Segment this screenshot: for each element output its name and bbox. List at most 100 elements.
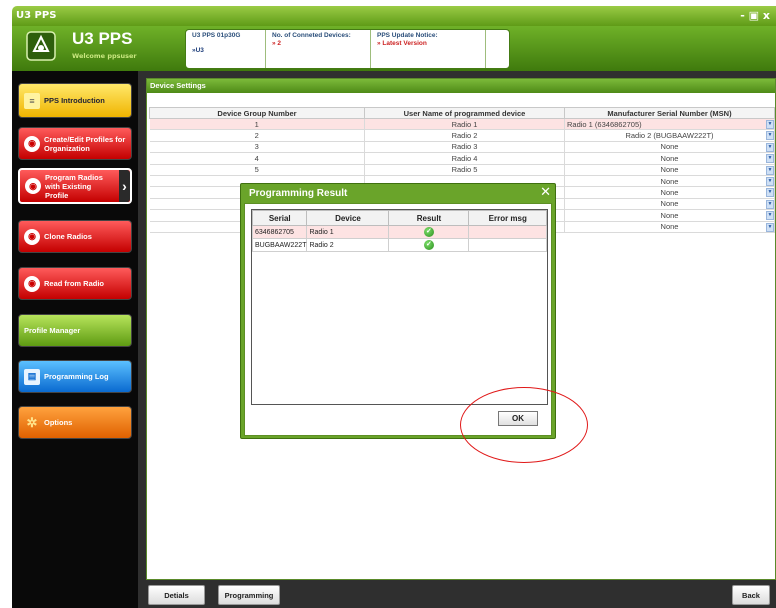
gear-icon: ✲ [26, 414, 38, 430]
back-button[interactable]: Back [732, 585, 770, 605]
chevron-down-icon[interactable]: ▼ [766, 131, 774, 141]
table-row[interactable]: 4 Radio 4 None ▼ [149, 152, 775, 165]
panel-title: Device Settings [147, 79, 775, 93]
table-row[interactable]: 1 Radio 1 Radio 1 (6346862705) ▼ [149, 118, 775, 131]
dialog-body: Serial Device Result Error msg 634686270… [244, 203, 552, 436]
column-header: Error msg [468, 210, 547, 226]
serial-cell: BUGBAAW222T [251, 238, 308, 252]
name-cell[interactable]: Radio 1 [364, 118, 565, 131]
msn-select[interactable]: None ▼ [564, 141, 775, 154]
sidebar-item-label: Options [44, 418, 73, 427]
sidebar-item-pps-introduction[interactable]: ≡ PPS Introduction [18, 83, 132, 118]
chevron-down-icon[interactable]: ▼ [766, 211, 774, 221]
msn-select[interactable]: Radio 1 (6346862705) ▼ [564, 118, 775, 131]
error-cell [468, 225, 547, 239]
name-cell[interactable]: Radio 5 [364, 164, 565, 176]
msn-value: None [660, 165, 679, 175]
sidebar-item-read-from-radio[interactable]: ◉ Read from Radio [18, 267, 132, 300]
document-icon: ≡ [24, 92, 40, 109]
result-list: Serial Device Result Error msg 634686270… [251, 209, 548, 405]
chevron-down-icon[interactable]: ▼ [766, 222, 774, 232]
error-cell [468, 238, 547, 252]
close-icon[interactable]: ✕ [540, 185, 551, 200]
table-row[interactable]: 5 Radio 5 None ▼ [149, 164, 775, 176]
msn-value: None [660, 176, 679, 186]
chevron-down-icon[interactable]: ▼ [766, 188, 774, 198]
app-name: U3 PPS [72, 29, 133, 48]
sidebar-item-label: PPS Introduction [44, 96, 105, 105]
sidebar-item-programming-log[interactable]: ▤ Programming Log [18, 360, 132, 393]
connected-devices-info: No. of Conneted Devices: » 2 [266, 30, 371, 68]
radio-icon: ◉ [24, 135, 40, 152]
device-cell: Radio 1 [306, 225, 390, 239]
success-check-icon: ✓ [423, 227, 434, 237]
chevron-down-icon[interactable]: ▼ [766, 199, 774, 209]
welcome-text: Welcome ppsuser [72, 52, 137, 60]
window-controls[interactable]: - ▣ x [740, 6, 770, 26]
sidebar-item-label: Program Radios with Existing Profile [45, 172, 103, 200]
version-value: »U3 [192, 47, 204, 54]
window-title: U3 PPS [16, 10, 57, 21]
msn-value: Radio 1 (6346862705) [567, 119, 642, 129]
chevron-down-icon[interactable]: ▼ [766, 142, 774, 152]
programming-button[interactable]: Programming [218, 585, 280, 605]
device-cell: Radio 2 [306, 238, 390, 252]
column-header: User Name of programmed device [364, 107, 565, 119]
name-cell[interactable]: Radio 4 [364, 152, 565, 165]
sidebar-item-label: Create/Edit Profiles for Organization [44, 134, 126, 153]
name-cell[interactable]: Radio 2 [364, 129, 565, 142]
sidebar-item-label: Read from Radio [44, 279, 105, 288]
table-header-row: Serial Device Result Error msg [251, 210, 547, 226]
msn-select[interactable]: None ▼ [564, 175, 775, 188]
msn-value: None [660, 222, 679, 232]
bottom-toolbar: Detials Programming Back [138, 580, 776, 608]
sidebar-item-clone-radios[interactable]: ◉ Clone Radios [18, 220, 132, 253]
result-cell: ✓ [388, 225, 470, 239]
sidebar-item-program-radios[interactable]: ◉ Program Radios with Existing Profile › [18, 168, 132, 204]
info-panel: U3 PPS 01p30G »U3 No. of Conneted Device… [185, 29, 510, 69]
connected-devices-value: » 2 [272, 40, 282, 47]
group-cell: 4 [149, 152, 365, 165]
table-row[interactable]: BUGBAAW222T Radio 2 ✓ [251, 238, 547, 252]
sidebar-item-options[interactable]: ✲ Options [18, 406, 132, 439]
success-check-icon: ✓ [423, 240, 434, 250]
name-cell[interactable]: Radio 3 [364, 141, 565, 154]
chevron-down-icon[interactable]: ▼ [766, 165, 774, 175]
msn-select[interactable]: Radio 2 (BUGBAAW222T) ▼ [564, 129, 775, 142]
table-row[interactable]: 3 Radio 3 None ▼ [149, 141, 775, 154]
msn-select[interactable]: None ▼ [564, 198, 775, 211]
sidebar-item-label: Programming Log [44, 372, 109, 381]
table-header-row: Device Group Number User Name of program… [149, 107, 775, 119]
msn-select[interactable]: None ▼ [564, 186, 775, 199]
app-logo-icon [26, 31, 56, 61]
msn-value: None [660, 199, 679, 209]
msn-select[interactable]: None ▼ [564, 221, 775, 233]
group-cell: 2 [149, 129, 365, 142]
group-cell: 5 [149, 164, 365, 176]
sidebar-item-label: Profile Manager [24, 326, 81, 335]
group-cell: 1 [149, 118, 365, 131]
details-button[interactable]: Detials [148, 585, 205, 605]
radio-icon: ◉ [25, 178, 41, 194]
column-header: Result [388, 210, 470, 226]
result-table: Serial Device Result Error msg 634686270… [251, 210, 547, 252]
column-header: Device Group Number [149, 107, 365, 119]
msn-value: None [660, 210, 679, 220]
chevron-down-icon[interactable]: ▼ [766, 120, 774, 129]
msn-select[interactable]: None ▼ [564, 209, 775, 222]
sidebar-item-create-edit-profiles[interactable]: ◉ Create/Edit Profiles for Organization [18, 127, 132, 160]
msn-select[interactable]: None ▼ [564, 164, 775, 176]
ok-button[interactable]: OK [498, 411, 538, 426]
chevron-down-icon[interactable]: ▼ [766, 176, 774, 186]
table-row[interactable]: 2 Radio 2 Radio 2 (BUGBAAW222T) ▼ [149, 129, 775, 142]
table-row[interactable]: 6346862705 Radio 1 ✓ [251, 225, 547, 239]
sidebar-item-profile-manager[interactable]: Profile Manager [18, 314, 132, 347]
app-header: U3 PPS Welcome ppsuser U3 PPS 01p30G »U3… [12, 26, 776, 71]
logo: U3 PPS Welcome ppsuser [18, 29, 158, 67]
sidebar-item-label: Clone Radios [44, 232, 92, 241]
msn-select[interactable]: None ▼ [564, 152, 775, 165]
chevron-down-icon[interactable]: ▼ [766, 154, 774, 164]
sidebar: ≡ PPS Introduction ◉ Create/Edit Profile… [12, 71, 138, 608]
log-icon: ▤ [24, 368, 40, 385]
group-cell: 3 [149, 141, 365, 154]
